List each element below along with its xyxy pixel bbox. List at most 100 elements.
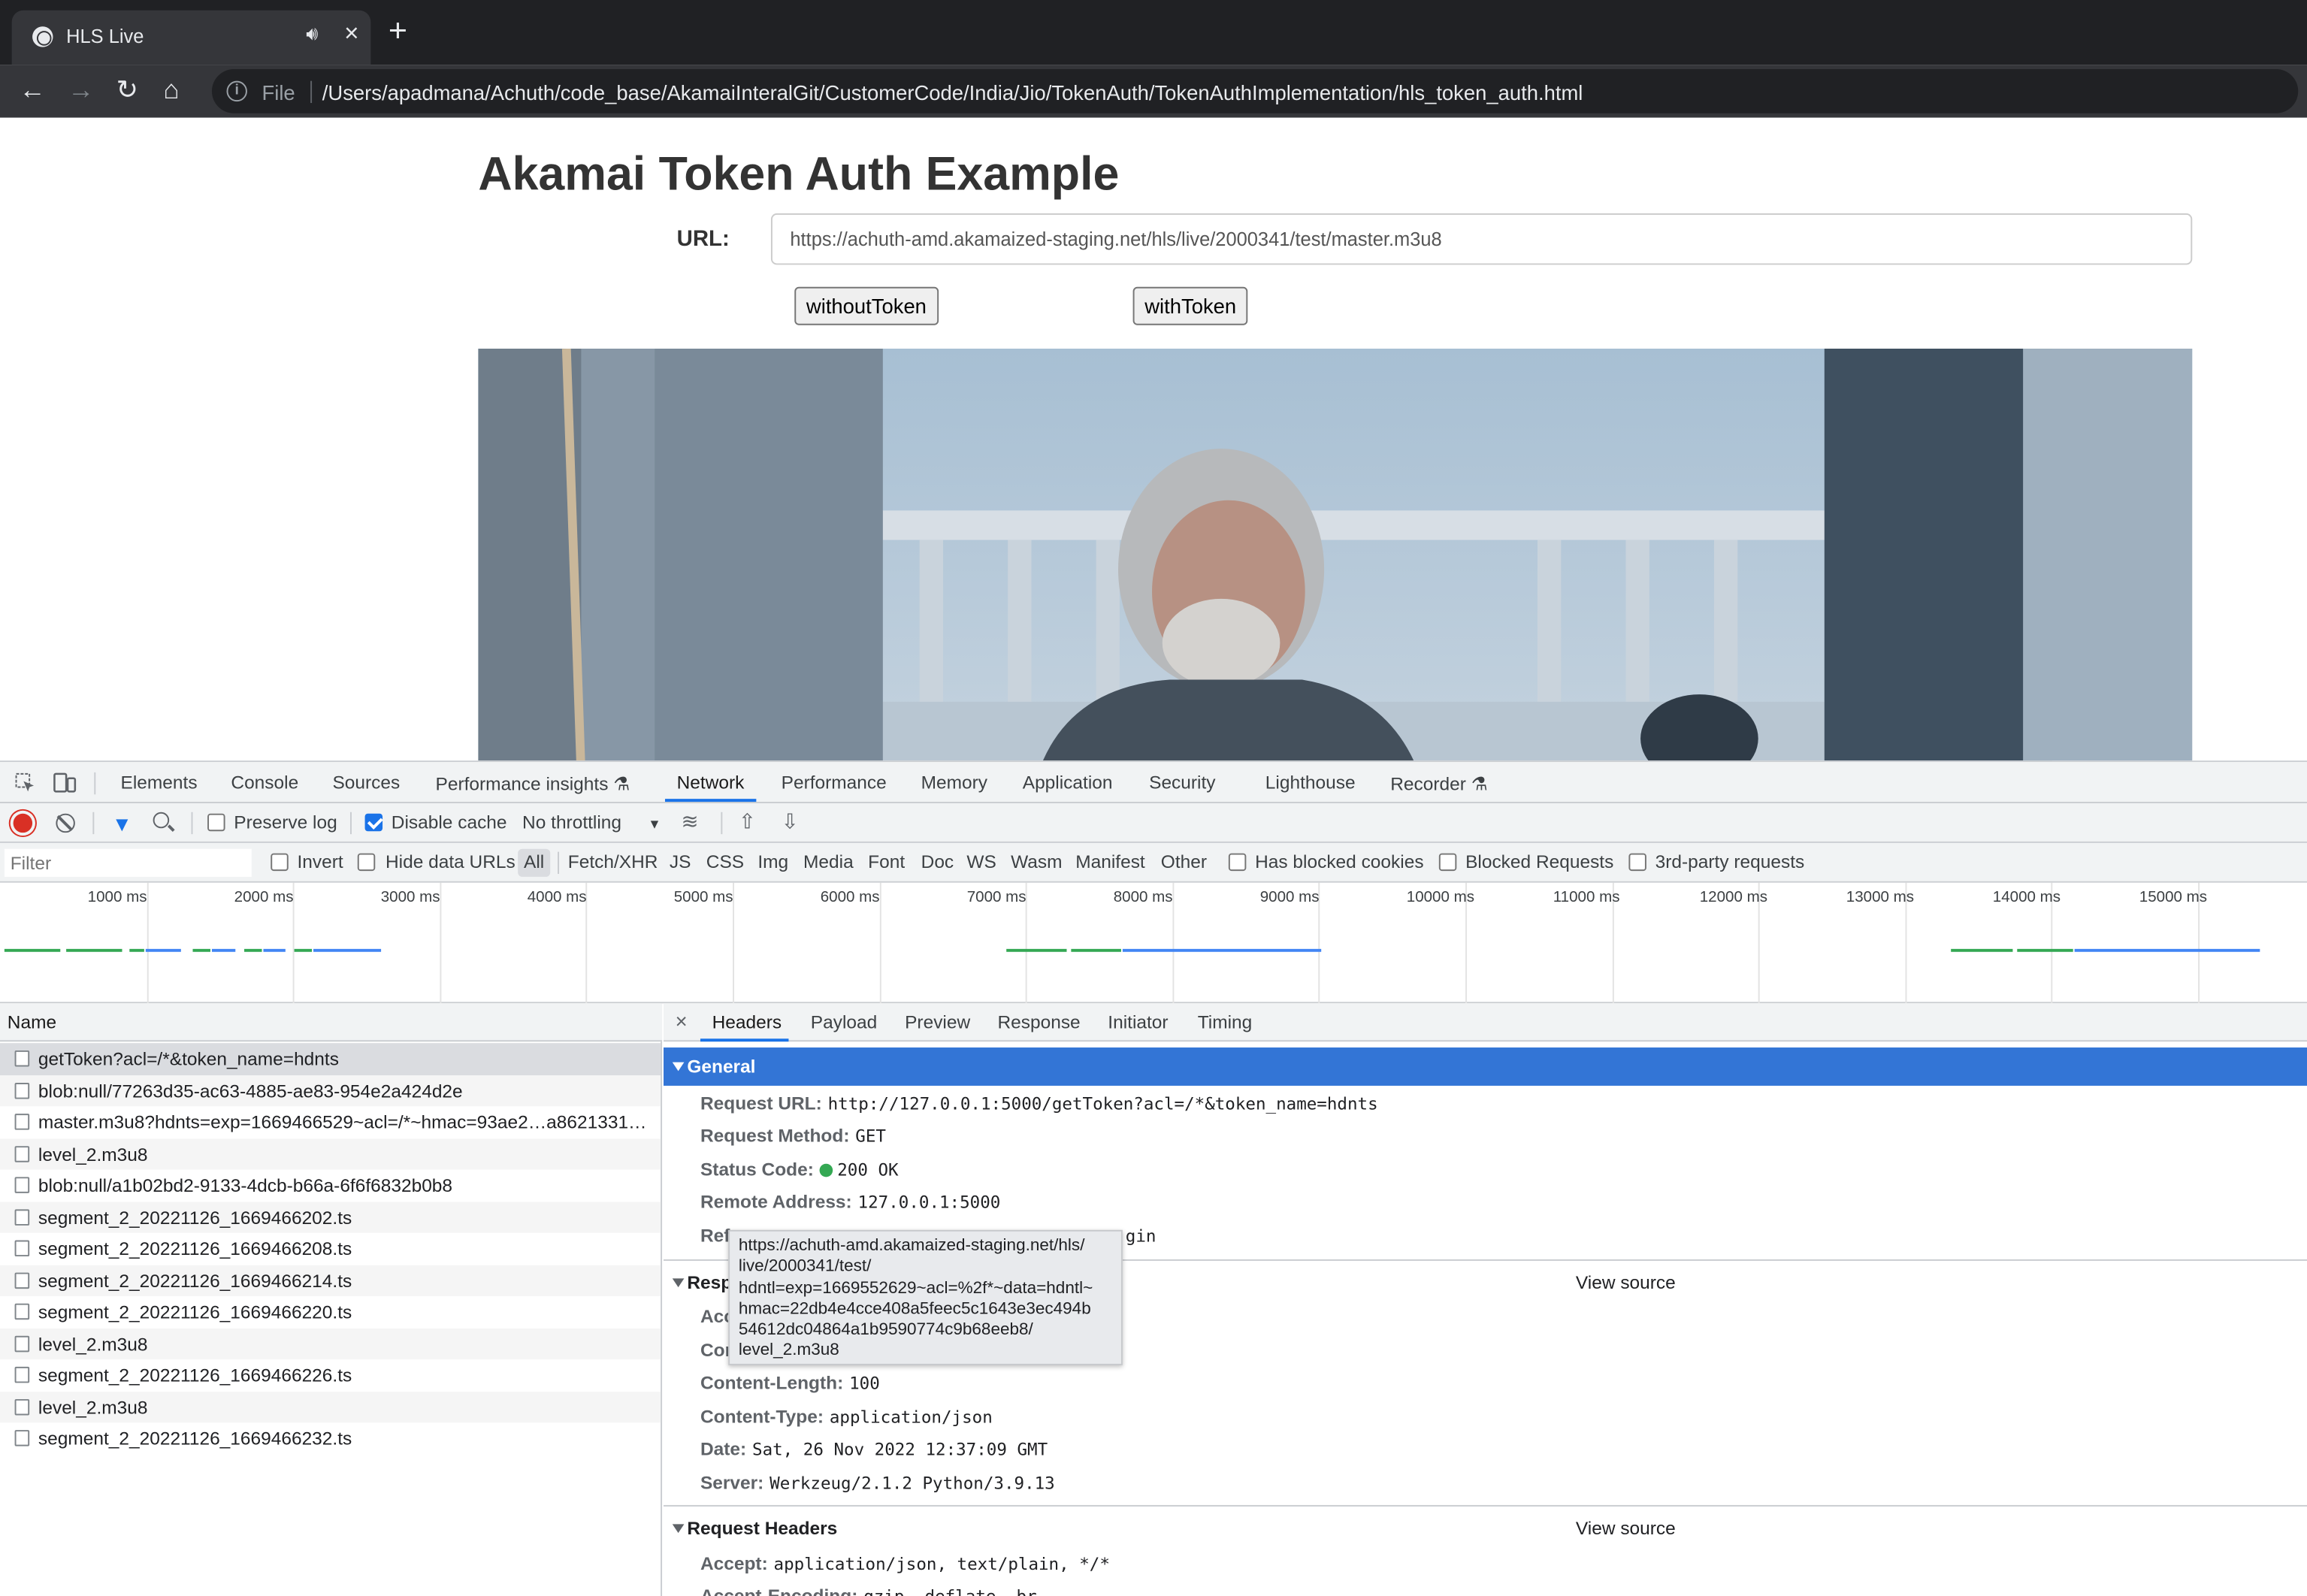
request-url-row: Request URL: http://127.0.0.1:5000/getTok… xyxy=(700,1093,1378,1114)
tab-initiator[interactable]: Initiator xyxy=(1108,1012,1168,1032)
request-row[interactable]: blob:null/a1b02bd2-9133-4dcb-b66a-6f6f68… xyxy=(0,1170,661,1202)
request-row[interactable]: segment_2_20221126_1669466208.ts xyxy=(0,1233,661,1265)
tab-performance-insights[interactable]: Performance insights ⚗ xyxy=(436,772,630,794)
type-filter-wasm[interactable]: Wasm xyxy=(1011,852,1062,872)
tooltip-line: 54612dc04864a1b9590774c9b68eeb8/ xyxy=(738,1321,1033,1340)
tab-lighthouse[interactable]: Lighthouse xyxy=(1265,772,1356,793)
type-filter-doc[interactable]: Doc xyxy=(921,852,954,872)
request-name: segment_2_20221126_1669466226.ts xyxy=(38,1365,352,1386)
new-tab-button[interactable]: + xyxy=(389,14,407,47)
request-row[interactable]: blob:null/77263d35-ac63-4885-ae83-954e2a… xyxy=(0,1075,661,1107)
close-tab-icon[interactable]: × xyxy=(344,19,358,48)
tab-timing[interactable]: Timing xyxy=(1198,1012,1253,1032)
type-filter-js[interactable]: JS xyxy=(670,852,691,872)
export-har-icon[interactable]: ⇩ xyxy=(782,809,799,834)
browser-tab[interactable]: HLS Live 🔊︎ × xyxy=(11,10,371,65)
request-row[interactable]: segment_2_20221126_1669466202.ts xyxy=(0,1201,661,1233)
preserve-log-checkbox[interactable] xyxy=(207,813,225,832)
request-name: blob:null/77263d35-ac63-4885-ae83-954e2a… xyxy=(38,1081,463,1102)
network-overview-timeline[interactable]: 1000 ms 2000 ms 3000 ms 4000 ms 5000 ms 6000 … xyxy=(0,882,2307,1004)
search-icon[interactable] xyxy=(153,812,170,829)
timeline-bar xyxy=(66,948,122,952)
filter-funnel-icon[interactable]: ▼ xyxy=(112,812,132,836)
type-filter-font[interactable]: Font xyxy=(868,852,905,872)
tab-security[interactable]: Security xyxy=(1149,772,1215,793)
request-name: segment_2_20221126_1669466232.ts xyxy=(38,1428,352,1449)
tab-memory[interactable]: Memory xyxy=(921,772,987,793)
device-toolbar-icon[interactable] xyxy=(53,772,77,793)
invert-checkbox[interactable] xyxy=(271,853,289,872)
request-row[interactable]: segment_2_20221126_1669466232.ts xyxy=(0,1422,661,1454)
tab-console[interactable]: Console xyxy=(231,772,298,793)
section-divider xyxy=(664,1504,2307,1507)
network-conditions-icon[interactable]: ≋ xyxy=(682,809,699,834)
tab-headers[interactable]: Headers xyxy=(712,1012,782,1032)
close-icon[interactable]: × xyxy=(676,1009,688,1032)
expand-triangle-icon xyxy=(672,1062,685,1072)
filter-input[interactable] xyxy=(4,848,252,877)
video-player[interactable] xyxy=(478,349,2193,761)
tab-response[interactable]: Response xyxy=(997,1012,1080,1032)
address-bar[interactable]: i File /Users/apadmana/Achuth/code_base/… xyxy=(211,69,2299,113)
type-filter-manifest[interactable]: Manifest xyxy=(1075,852,1145,872)
tab-sources[interactable]: Sources xyxy=(332,772,400,793)
throttling-select[interactable]: No throttling ▼ xyxy=(522,812,661,833)
without-token-button[interactable]: withoutToken xyxy=(794,286,939,325)
request-headers-section-header[interactable]: Request Headers View source xyxy=(664,1510,2307,1548)
hide-data-urls-checkbox[interactable] xyxy=(357,853,376,872)
tab-network[interactable]: Network xyxy=(677,772,745,793)
import-har-icon[interactable]: ⇧ xyxy=(739,809,756,834)
forward-arrow-icon[interactable]: → xyxy=(68,75,94,104)
type-filter-ws[interactable]: WS xyxy=(966,852,996,872)
request-row[interactable]: segment_2_20221126_1669466220.ts xyxy=(0,1296,661,1328)
inspect-element-icon[interactable] xyxy=(15,772,35,793)
tab-performance[interactable]: Performance xyxy=(782,772,887,793)
reload-icon[interactable]: ↻ xyxy=(116,75,139,104)
file-icon xyxy=(14,1271,30,1289)
request-row[interactable]: level_2.m3u8 xyxy=(0,1138,661,1170)
tab-payload[interactable]: Payload xyxy=(811,1012,877,1032)
speaker-icon[interactable]: 🔊︎ xyxy=(306,22,318,45)
general-section-header[interactable]: General xyxy=(664,1047,2307,1086)
file-icon xyxy=(14,1366,30,1383)
request-name: segment_2_20221126_1669466202.ts xyxy=(38,1207,352,1228)
address-url[interactable]: /Users/apadmana/Achuth/code_base/AkamaiI… xyxy=(322,81,1583,104)
request-row[interactable]: level_2.m3u8 xyxy=(0,1328,661,1360)
back-arrow-icon[interactable]: ← xyxy=(19,75,45,104)
clear-icon[interactable] xyxy=(56,813,75,833)
timeline-tick-label: 7000 ms xyxy=(966,888,1027,907)
type-filter-other[interactable]: Other xyxy=(1161,852,1207,872)
tab-preview[interactable]: Preview xyxy=(905,1012,970,1032)
record-button[interactable] xyxy=(13,813,33,833)
third-party-checkbox[interactable] xyxy=(1628,853,1646,872)
request-row[interactable]: getToken?acl=/*&token_name=hdnts xyxy=(0,1043,661,1075)
type-filter-all[interactable]: All xyxy=(518,848,551,877)
blocked-requests-checkbox[interactable] xyxy=(1438,853,1457,872)
response-view-source-link[interactable]: View source xyxy=(1576,1273,1676,1293)
tab-title: HLS Live xyxy=(66,25,144,47)
home-icon[interactable]: ⌂ xyxy=(163,75,179,104)
type-filter-img[interactable]: Img xyxy=(757,852,788,872)
info-icon[interactable]: i xyxy=(226,80,247,102)
type-filter-fetch-xhr[interactable]: Fetch/XHR xyxy=(568,852,658,872)
request-row[interactable]: segment_2_20221126_1669466214.ts xyxy=(0,1264,661,1296)
type-filter-css[interactable]: CSS xyxy=(706,852,744,872)
url-input[interactable] xyxy=(770,213,2193,265)
disable-cache-checkbox[interactable] xyxy=(364,813,383,832)
tab-application[interactable]: Application xyxy=(1023,772,1113,793)
request-row[interactable]: master.m3u8?hdnts=exp=1669466529~acl=/*~… xyxy=(0,1106,661,1138)
name-column-header[interactable]: Name xyxy=(0,1003,663,1042)
request-row[interactable]: level_2.m3u8 xyxy=(0,1391,661,1423)
tab-elements[interactable]: Elements xyxy=(121,772,198,793)
hide-data-urls-label: Hide data URLs xyxy=(385,851,516,873)
has-blocked-cookies-checkbox[interactable] xyxy=(1228,853,1247,872)
file-icon xyxy=(14,1335,30,1352)
type-filter-media[interactable]: Media xyxy=(803,852,854,872)
request-view-source-link[interactable]: View source xyxy=(1576,1519,1676,1539)
request-row[interactable]: segment_2_20221126_1669466226.ts xyxy=(0,1359,661,1391)
timeline-tick-label: 14000 ms xyxy=(1992,888,2061,907)
with-token-button[interactable]: withToken xyxy=(1132,286,1248,325)
tab-recorder[interactable]: Recorder ⚗ xyxy=(1390,772,1487,794)
active-tab-indicator xyxy=(664,799,757,803)
flask-icon: ⚗ xyxy=(613,773,630,795)
